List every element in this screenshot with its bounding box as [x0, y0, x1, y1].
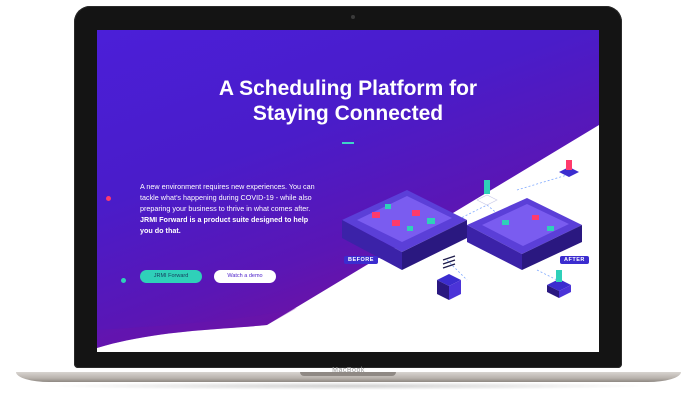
laptop-mockup: A Scheduling Platform for Staying Connec…: [0, 0, 697, 394]
watch-demo-button[interactable]: Watch a demo: [214, 270, 276, 283]
laptop-shadow: [40, 382, 657, 390]
hero-title-line-2: Staying Connected: [252, 102, 444, 125]
webcam-icon: [351, 15, 355, 19]
jrmi-forward-button[interactable]: JRMI Forward: [140, 270, 202, 283]
hero-intro: A new environment requires new experienc…: [140, 181, 320, 236]
office-illustration: [342, 160, 582, 300]
hero-title-line-1: A Scheduling Platform for: [218, 77, 478, 100]
hero-title: A Scheduling Platform for Staying Connec…: [97, 76, 599, 126]
decorative-dot: [106, 196, 111, 201]
laptop-screen: A Scheduling Platform for Staying Connec…: [97, 30, 599, 352]
hero-intro-text: A new environment requires new experienc…: [140, 182, 315, 213]
title-divider: [342, 142, 354, 144]
before-label: BEFORE: [344, 256, 378, 264]
laptop-brand-label: MacBook: [332, 367, 365, 374]
after-label: AFTER: [560, 256, 589, 264]
decorative-dot: [121, 278, 126, 283]
hero-intro-emphasis: JRMI Forward is a product suite designed…: [140, 215, 309, 235]
